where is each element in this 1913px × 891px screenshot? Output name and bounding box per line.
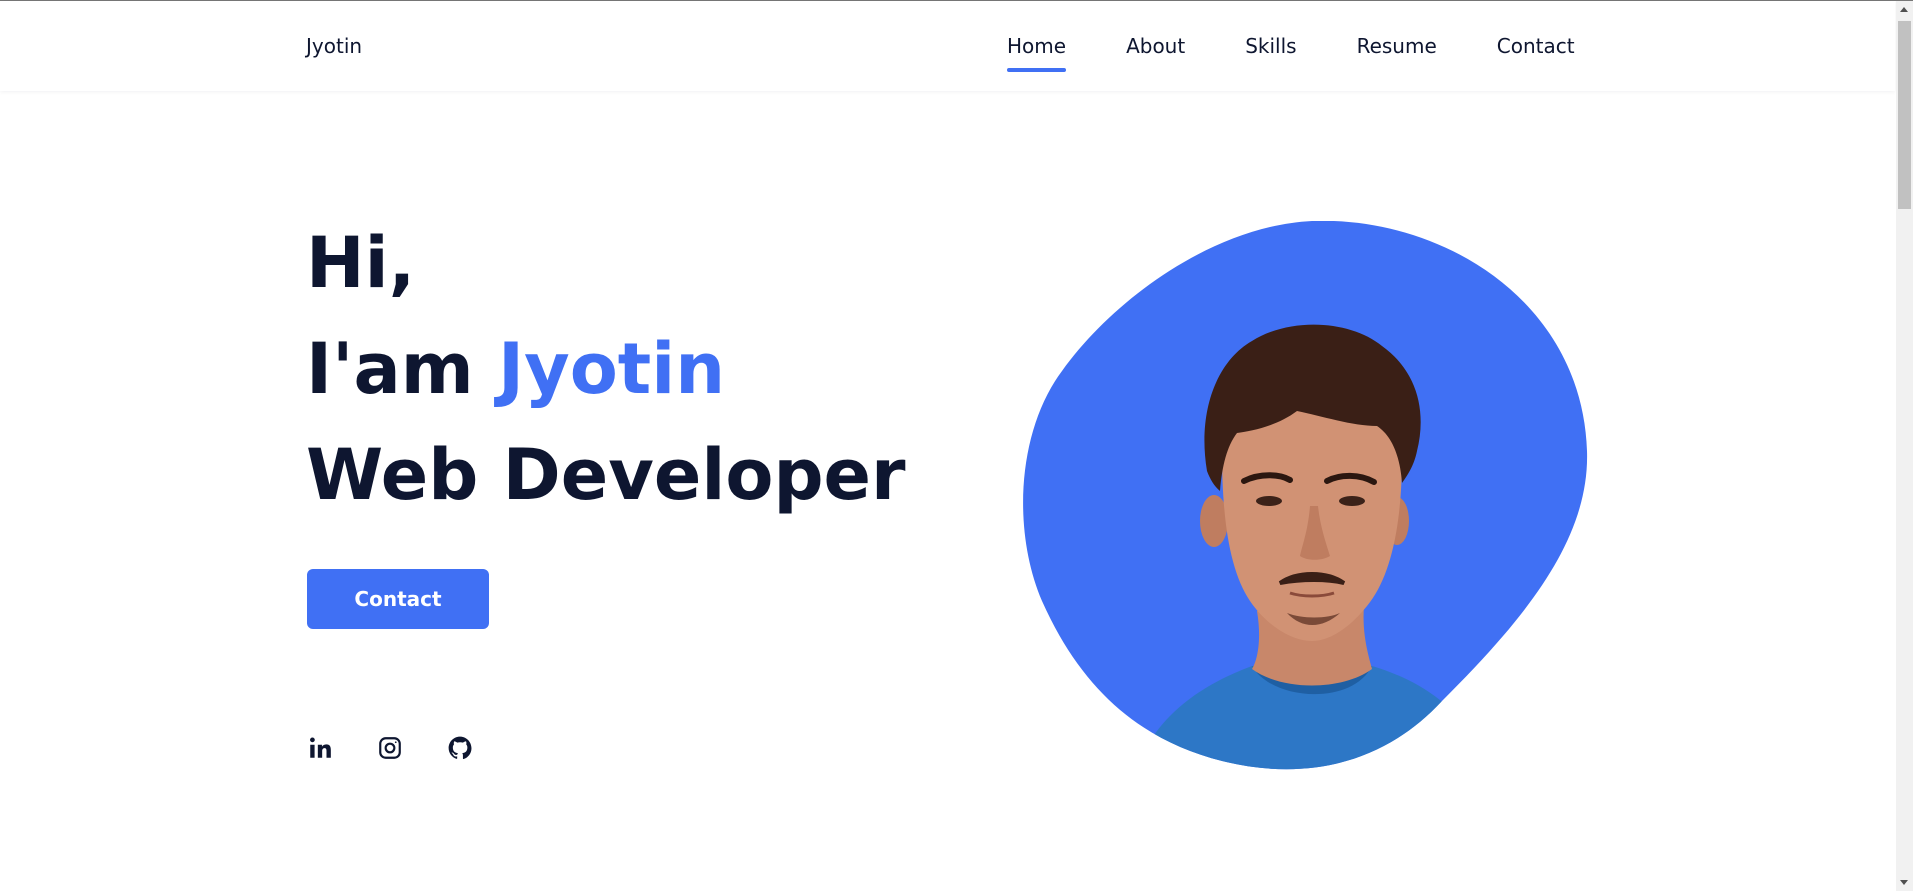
scroll-down-icon[interactable]: [1900, 880, 1908, 885]
github-icon[interactable]: [447, 735, 473, 761]
hero-intro: I'am Jyotin: [306, 316, 906, 422]
nav-contact[interactable]: Contact: [1497, 34, 1575, 58]
nav-skills[interactable]: Skills: [1245, 34, 1296, 58]
hero-name: Jyotin: [498, 328, 726, 410]
nav-about[interactable]: About: [1126, 34, 1185, 58]
social-links: [307, 735, 473, 761]
profile-photo: [1022, 220, 1588, 771]
site-header: Jyotin Home About Skills Resume Contact: [0, 1, 1895, 91]
scroll-thumb[interactable]: [1898, 21, 1911, 209]
scroll-up-icon[interactable]: [1900, 7, 1908, 12]
hero-heading: Hi, I'am Jyotin Web Developer: [306, 210, 906, 528]
hero-greeting: Hi,: [306, 222, 416, 304]
hero-intro-prefix: I'am: [306, 328, 499, 410]
hero-role: Web Developer: [306, 434, 906, 516]
contact-button[interactable]: Contact: [307, 569, 489, 629]
page-scrollbar[interactable]: [1896, 1, 1913, 891]
main-nav: Home About Skills Resume Contact: [1007, 34, 1575, 72]
site-logo[interactable]: Jyotin: [306, 34, 362, 58]
instagram-icon[interactable]: [377, 735, 403, 761]
nav-resume[interactable]: Resume: [1357, 34, 1437, 58]
linkedin-icon[interactable]: [307, 735, 333, 761]
nav-home[interactable]: Home: [1007, 34, 1067, 72]
